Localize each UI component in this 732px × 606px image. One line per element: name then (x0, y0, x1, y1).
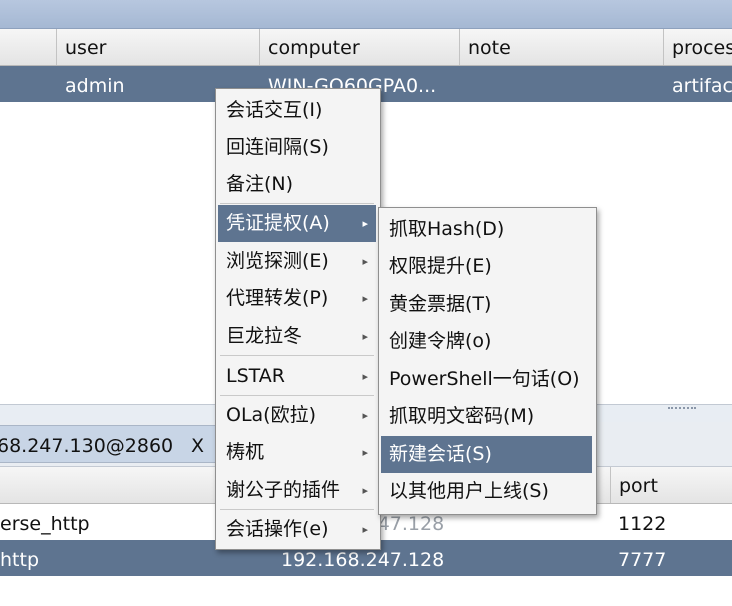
column-header-computer[interactable]: computer (260, 29, 460, 65)
menu-separator (220, 509, 374, 510)
submenu-item-powershell-oneliner[interactable]: PowerShell一句话(O) (381, 361, 592, 398)
submenu-item-dump-plaintext[interactable]: 抓取明文密码(M) (381, 398, 592, 435)
menu-item-credential-escalation[interactable]: 凭证提权(A) ▸ (218, 205, 376, 242)
submenu-item-new-session[interactable]: 新建会话(S) (381, 436, 592, 473)
divider-grip-icon[interactable] (668, 407, 696, 415)
listener-name: http (0, 549, 40, 571)
submenu-credential-escalation: 抓取Hash(D) 权限提升(E) 黄金票据(T) 创建令牌(o) PowerS… (378, 207, 597, 515)
submenu-item-dump-hash[interactable]: 抓取Hash(D) (381, 211, 592, 248)
listener-port: 1122 (618, 513, 667, 535)
submenu-arrow-icon: ▸ (362, 409, 368, 422)
tab-session[interactable]: 68.247.130@2860 X (0, 425, 218, 463)
submenu-arrow-icon: ▸ (362, 523, 368, 536)
menu-item-proxy-forward[interactable]: 代理转发(P) ▸ (218, 280, 376, 317)
listener-name: erse_http (0, 513, 90, 535)
context-menu: 会话交互(I) 回连间隔(S) 备注(N) 凭证提权(A) ▸ 浏览探测(E) ▸ … (215, 88, 381, 550)
listener-port: 7777 (618, 549, 667, 571)
submenu-item-spawn-as-user[interactable]: 以其他用户上线(S) (381, 473, 592, 510)
submenu-item-golden-ticket[interactable]: 黄金票据(T) (381, 286, 592, 323)
submenu-arrow-icon: ▸ (362, 255, 368, 268)
session-note (460, 66, 664, 102)
menu-item-session-interact[interactable]: 会话交互(I) (218, 92, 376, 129)
column-header-port[interactable]: port (610, 467, 732, 503)
menu-separator (220, 395, 374, 396)
menu-item-browse-explore[interactable]: 浏览探测(E) ▸ (218, 243, 376, 280)
menu-item-ola[interactable]: OLa(欧拉) ▸ (218, 397, 376, 434)
menu-item-ladon[interactable]: 巨龙拉冬 ▸ (218, 318, 376, 355)
column-header-process[interactable]: process (664, 29, 732, 65)
submenu-arrow-icon: ▸ (362, 370, 368, 383)
submenu-arrow-icon: ▸ (362, 292, 368, 305)
column-header-note[interactable]: note (460, 29, 664, 65)
column-header-user[interactable]: user (57, 29, 260, 65)
menu-separator (220, 203, 374, 204)
tab-session-label: 68.247.130@2860 (0, 435, 174, 457)
submenu-arrow-icon: ▸ (362, 330, 368, 343)
submenu-arrow-icon: ▸ (362, 484, 368, 497)
submenu-item-make-token[interactable]: 创建令牌(o) (381, 323, 592, 360)
menu-item-xiegongzi-plugins[interactable]: 谢公子的插件 ▸ (218, 472, 376, 509)
window-top-bar (0, 0, 732, 29)
session-process: artifact (672, 75, 732, 97)
menu-item-sleep-interval[interactable]: 回连间隔(S) (218, 129, 376, 166)
submenu-arrow-icon: ▸ (362, 217, 368, 230)
tab-session-close-icon[interactable]: X (191, 426, 204, 462)
submenu-item-elevate[interactable]: 权限提升(E) (381, 248, 592, 285)
sessions-table-header: user computer note process (0, 29, 732, 66)
menu-item-lstar[interactable]: LSTAR ▸ (218, 358, 376, 395)
submenu-arrow-icon: ▸ (362, 446, 368, 459)
menu-separator (220, 355, 374, 356)
menu-item-note[interactable]: 备注(N) (218, 166, 376, 203)
column-header-blank[interactable] (0, 29, 57, 65)
menu-item-taowu[interactable]: 梼杌 ▸ (218, 434, 376, 471)
menu-item-session-actions[interactable]: 会话操作(e) ▸ (218, 511, 376, 548)
